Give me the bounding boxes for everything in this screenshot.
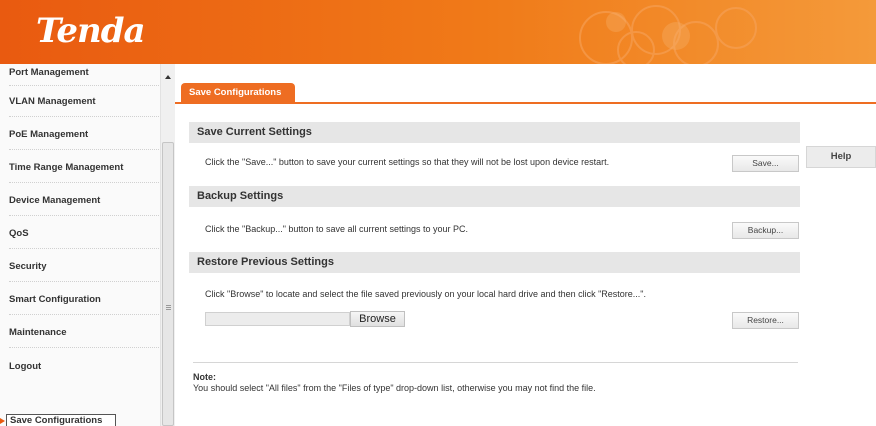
save-settings-description: Click the "Save..." button to save your … [205, 157, 610, 167]
sidebar-item-label: Logout [9, 361, 42, 372]
backup-settings-description: Click the "Backup..." button to save all… [205, 224, 469, 234]
tenda-logo: Tenda [36, 11, 146, 51]
active-arrow-icon [0, 418, 5, 424]
sidebar-item-label: PoE Management [9, 129, 89, 140]
sidebar-item-smart-configuration[interactable]: Smart Configuration [9, 284, 159, 315]
top-banner: Tenda [0, 0, 876, 64]
sidebar-item-save-configurations[interactable]: Save Configurations [6, 414, 116, 426]
sidebar-item-label: Maintenance [9, 327, 67, 338]
restore-button[interactable]: Restore... [732, 312, 799, 329]
sidebar-item-label: Port Management [9, 67, 89, 78]
grip-icon [166, 305, 171, 310]
sidebar-item-label: Time Range Management [9, 162, 124, 173]
sidebar-item-port-management[interactable]: Port Management [9, 64, 159, 86]
note-text: You should select "All files" from the "… [193, 383, 596, 393]
scrollbar-thumb[interactable] [162, 142, 174, 426]
sidebar-item-logout[interactable]: Logout [9, 350, 159, 381]
sidebar-item-security[interactable]: Security [9, 251, 159, 282]
sidebar-item-label: Smart Configuration [9, 294, 101, 305]
backup-settings-header: Backup Settings [189, 186, 800, 207]
note-title: Note: [193, 372, 216, 382]
sidebar-item-qos[interactable]: QoS [9, 218, 159, 249]
browse-button[interactable]: Browse [350, 311, 405, 327]
sidebar-item-time-range-management[interactable]: Time Range Management [9, 152, 159, 183]
sidebar: Port Management VLAN Management PoE Mana… [0, 64, 175, 426]
save-button[interactable]: Save... [732, 155, 799, 172]
tab-underline [175, 102, 876, 104]
sidebar-item-poe-management[interactable]: PoE Management [9, 119, 159, 150]
sidebar-item-device-management[interactable]: Device Management [9, 185, 159, 216]
banner-decoration [579, 5, 757, 64]
sidebar-item-label: Device Management [9, 195, 101, 206]
sidebar-scrollbar[interactable] [160, 64, 175, 426]
restore-settings-header: Restore Previous Settings [189, 252, 800, 273]
note-divider [193, 362, 798, 363]
help-button[interactable]: Help [806, 146, 876, 168]
backup-button[interactable]: Backup... [732, 222, 799, 239]
scroll-up-arrow-icon[interactable] [165, 75, 171, 79]
tab-save-configurations[interactable]: Save Configurations [181, 83, 295, 103]
sidebar-item-label: QoS [9, 228, 29, 239]
sidebar-item-vlan-management[interactable]: VLAN Management [9, 86, 159, 117]
sidebar-item-label: VLAN Management [9, 96, 96, 107]
file-path-input[interactable] [205, 312, 350, 326]
save-settings-header: Save Current Settings [189, 122, 800, 143]
restore-settings-description: Click "Browse" to locate and select the … [205, 289, 646, 299]
sidebar-item-maintenance[interactable]: Maintenance [9, 317, 159, 348]
sidebar-item-label: Security [9, 261, 47, 272]
